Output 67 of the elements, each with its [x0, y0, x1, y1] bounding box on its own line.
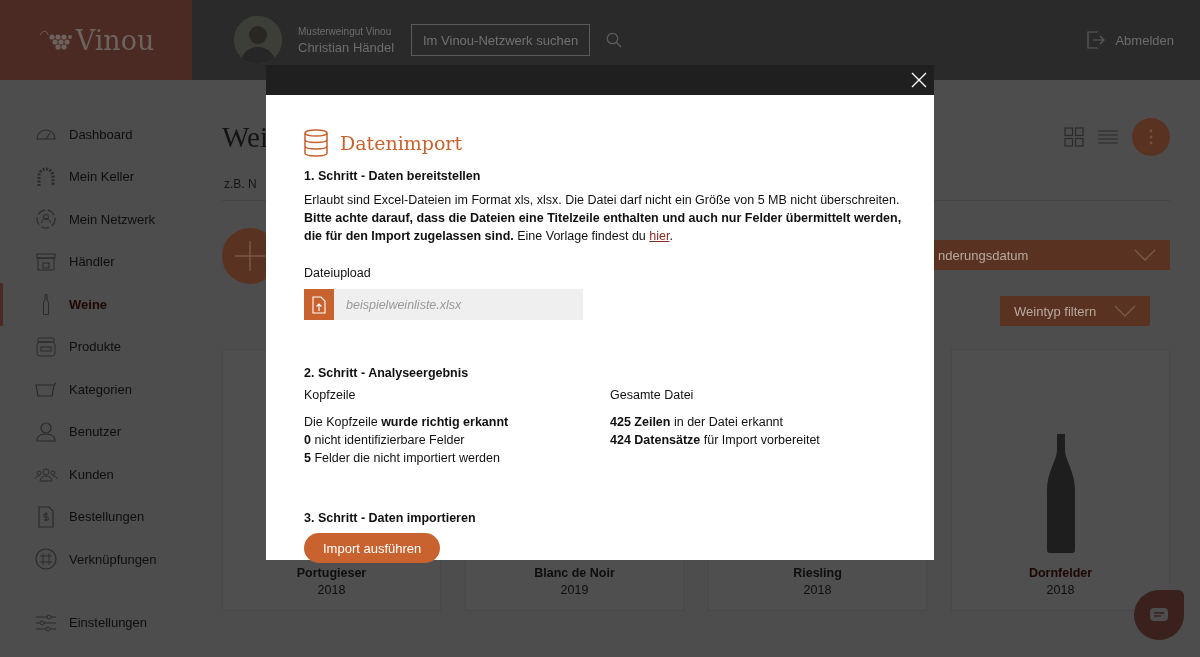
instructions-text: Erlaubt sind Excel-Dateien im Format xls, xlsx. Die Datei darf nicht ein Größe von 5 MB nicht überschreiten. Bitte achte darauf, dass die Dateien eine Titelzeile enthalten und auch nur Felder übermittelt werden, die für den Import zugelassen sind. Eine Vorlage findest du hier.: [304, 192, 903, 245]
step-heading: 2. Schritt - Analyseergebnis: [304, 366, 470, 380]
result-line: 425 Zeilen in der Datei erkannt: [610, 414, 784, 431]
wine-year: 2018: [803, 583, 832, 597]
upload-label: Dateiupload: [304, 266, 372, 280]
step-heading: 1. Schritt - Daten bereitstellen: [304, 169, 482, 183]
wine-year: 2018: [317, 583, 346, 597]
chat-icon: [1149, 607, 1169, 623]
sidebar-item[interactable]: Weine: [0, 283, 200, 326]
brand-name: Vinou: [75, 24, 155, 56]
chat-button[interactable]: [1134, 590, 1184, 640]
person-circle-icon: [34, 207, 58, 232]
search-field[interactable]: Im Vinou-Netzwerk suchen: [411, 24, 590, 56]
grape-icon: [37, 29, 72, 51]
sidebar-item[interactable]: Einstellungen: [0, 601, 200, 644]
file-upload-icon: [312, 295, 326, 314]
sidebar-item[interactable]: Mein Keller: [0, 155, 200, 198]
logout-icon: [1087, 31, 1106, 49]
grid-view-icon: [1064, 127, 1084, 147]
sidebar-item[interactable]: Verknüpfungen: [0, 538, 200, 581]
plus-icon: [235, 241, 265, 271]
kebab-icon: [1149, 129, 1153, 145]
close-button[interactable]: [911, 72, 927, 88]
filter-dropdown[interactable]: Weintyp filtern: [1000, 296, 1150, 326]
column-heading: Gesamte Datei: [610, 388, 695, 402]
result-line: Die Kopfzeile wurde richtig erkannt: [304, 414, 510, 431]
sidebar-item[interactable]: Mein Netzwerk: [0, 198, 200, 241]
chevron-down-icon: [1134, 249, 1156, 261]
chevron-down-icon: [1114, 305, 1136, 317]
account-name: Musterweingut Vinou: [298, 25, 393, 37]
bottle-icon: [42, 293, 50, 315]
globe-icon: [34, 547, 58, 572]
sidebar-item[interactable]: Benutzer: [0, 410, 200, 453]
wine-card[interactable]: Dornfelder 2018: [951, 349, 1170, 611]
jar-icon: [34, 334, 58, 359]
wine-name: Blanc de Noir: [534, 566, 615, 580]
column-heading: Kopfzeile: [304, 388, 357, 402]
person-icon: [34, 419, 58, 444]
search-icon: [606, 32, 622, 48]
user-name[interactable]: Christian Händel: [298, 39, 395, 55]
sidebar-item[interactable]: Kategorien: [0, 368, 200, 411]
upload-button[interactable]: [304, 289, 334, 320]
logo-panel[interactable]: Vinou: [0, 0, 192, 80]
close-icon: [911, 72, 927, 88]
dialog-title: Datenimport: [340, 132, 463, 154]
page-title: Wei: [222, 120, 268, 154]
step-heading: 3. Schritt - Daten importieren: [304, 511, 477, 525]
upload-field[interactable]: beispielweinliste.xlsx: [334, 289, 583, 320]
result-line: 0 nicht identifizierbare Felder: [304, 432, 466, 449]
wine-year: 2018: [1046, 583, 1075, 597]
sidebar-item[interactable]: Bestellungen: [0, 495, 200, 538]
template-link[interactable]: hier: [649, 229, 670, 243]
result-line: 5 Felder die nicht importiert werden: [304, 450, 501, 467]
wine-name: Dornfelder: [1028, 566, 1093, 580]
sidebar-item[interactable]: Dashboard: [0, 113, 200, 156]
logout-link[interactable]: Abmelden: [1115, 32, 1174, 48]
wine-year: 2019: [560, 583, 589, 597]
bottle-icon: [1045, 434, 1076, 554]
sidebar-item[interactable]: Kunden: [0, 453, 200, 496]
wine-name: Riesling: [793, 566, 842, 580]
sidebar-item[interactable]: Produkte: [0, 325, 200, 368]
sidebar-item[interactable]: Händler: [0, 240, 200, 283]
result-line: 424 Datensätze für Import vorbereitet: [610, 432, 821, 449]
import-button[interactable]: Import ausführen: [304, 533, 441, 563]
more-button[interactable]: [1132, 118, 1170, 156]
database-icon: [304, 129, 328, 157]
wine-name: Portugieser: [296, 566, 367, 580]
